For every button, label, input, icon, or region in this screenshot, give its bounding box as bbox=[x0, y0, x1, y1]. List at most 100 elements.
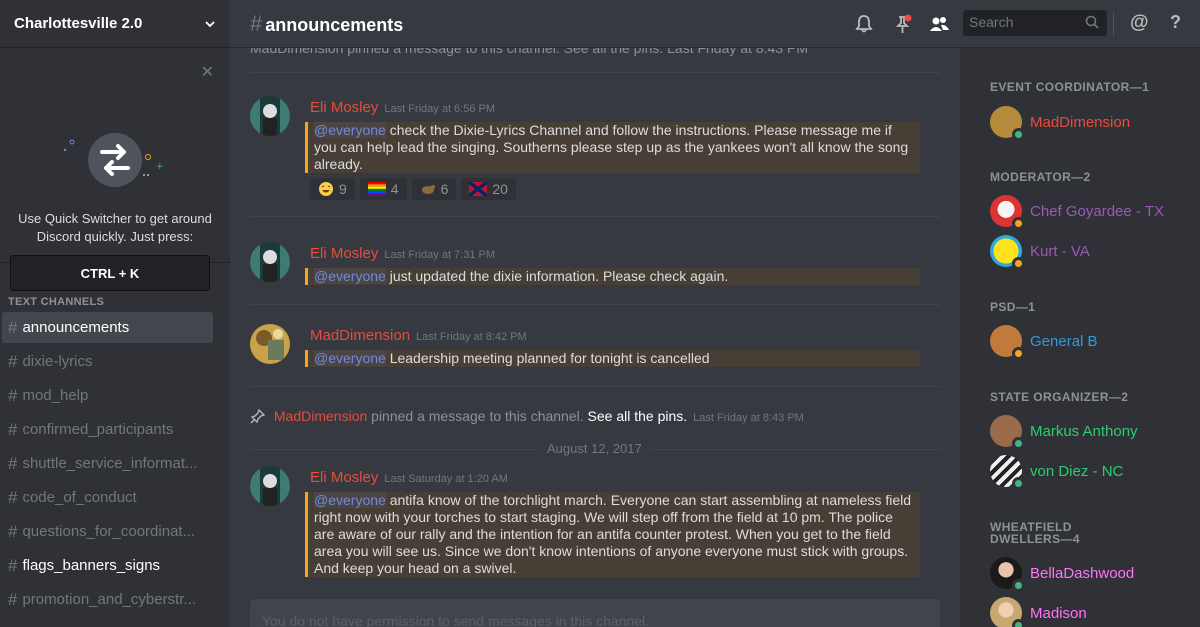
quick-switcher-icon: + bbox=[63, 133, 164, 187]
reaction-count: 9 bbox=[339, 181, 347, 197]
close-icon[interactable]: ✕ bbox=[201, 62, 214, 82]
channel-flags-banners-signs[interactable]: # flags_banners_signs bbox=[2, 550, 213, 581]
avatar[interactable] bbox=[250, 242, 290, 282]
member-item[interactable]: Kurt - VA bbox=[990, 235, 1190, 270]
online-status-icon bbox=[1012, 579, 1025, 592]
avatar[interactable] bbox=[250, 466, 290, 506]
message-timestamp: Last Friday at 7:31 PM bbox=[384, 249, 496, 261]
channel-code-of-conduct[interactable]: # code_of_conduct bbox=[2, 482, 213, 513]
channel-label: code_of_conduct bbox=[22, 489, 137, 506]
mentions-icon[interactable]: @ bbox=[1130, 12, 1149, 34]
online-status-icon bbox=[1012, 477, 1025, 490]
member-item[interactable]: Chef Goyardee - TX bbox=[990, 195, 1190, 230]
channel-questions[interactable]: # questions_for_coordinat... bbox=[2, 516, 213, 547]
date-separator: August 12, 2017 bbox=[539, 441, 650, 456]
member-name: General B bbox=[1030, 332, 1098, 350]
member-name: Markus Anthony bbox=[1030, 422, 1138, 440]
pin-timestamp: Last Friday at 8:43 PM bbox=[693, 412, 804, 424]
channel-mod-help[interactable]: # mod_help bbox=[2, 380, 213, 411]
channel-label: announcements bbox=[22, 319, 130, 336]
pin-icon[interactable] bbox=[892, 13, 914, 35]
channel-dixie-lyrics[interactable]: # dixie-lyrics bbox=[2, 346, 213, 377]
chevron-down-icon[interactable] bbox=[204, 18, 216, 30]
everyone-mention[interactable]: @everyone bbox=[314, 492, 386, 508]
message-author[interactable]: Eli Mosley Last Saturday at 1:20 AM bbox=[310, 469, 508, 486]
idle-status-icon bbox=[1012, 257, 1025, 270]
laughing-emoji-icon bbox=[319, 182, 333, 196]
message-divider bbox=[250, 216, 940, 217]
author-name: MadDimension bbox=[310, 327, 411, 344]
member-item[interactable]: BellaDashwood bbox=[990, 557, 1190, 592]
help-icon[interactable]: ? bbox=[1170, 12, 1181, 33]
hash-icon: # bbox=[8, 589, 18, 609]
avatar bbox=[990, 325, 1025, 360]
bell-icon[interactable] bbox=[853, 13, 875, 35]
reaction-count: 6 bbox=[440, 181, 449, 197]
role-header: WHEATFIELD DWELLERS—4 bbox=[990, 520, 1081, 546]
message-text: Leadership meeting planned for tonight i… bbox=[385, 350, 710, 366]
message-divider bbox=[250, 72, 940, 73]
channel-promotion[interactable]: # promotion_and_cyberstr... bbox=[2, 584, 213, 615]
message-author[interactable]: Eli Mosley Last Friday at 6:56 PM bbox=[310, 99, 495, 116]
member-item[interactable]: Markus Anthony bbox=[990, 415, 1190, 450]
channel-shuttle-service[interactable]: # shuttle_service_informat... bbox=[2, 448, 213, 479]
channel-announcements[interactable]: # announcements bbox=[2, 312, 213, 343]
message-list: MadDimension pinned a message to this ch… bbox=[230, 48, 960, 588]
members-icon[interactable] bbox=[928, 13, 950, 35]
message-body: @everyone Leadership meeting planned for… bbox=[305, 350, 920, 367]
search-icon bbox=[1085, 15, 1099, 29]
pin-actor[interactable]: MadDimension bbox=[274, 408, 367, 424]
member-name: Chef Goyardee - TX bbox=[1030, 202, 1164, 220]
header-divider bbox=[1113, 12, 1114, 36]
role-header: MODERATOR—2 bbox=[990, 170, 1091, 184]
member-name: von Diez - NC bbox=[1030, 462, 1124, 480]
rainbow-flag-icon bbox=[367, 182, 386, 196]
everyone-mention[interactable]: @everyone bbox=[314, 122, 386, 138]
message-timestamp: Last Friday at 8:42 PM bbox=[416, 331, 527, 343]
server-header[interactable]: Charlottesville 2.0 bbox=[0, 0, 230, 48]
member-name: BellaDashwood bbox=[1030, 564, 1135, 582]
member-item[interactable]: von Diez - NC bbox=[990, 455, 1190, 490]
reaction-count: 20 bbox=[492, 181, 508, 197]
member-item[interactable]: MadDimension bbox=[990, 106, 1190, 141]
avatar[interactable] bbox=[250, 96, 290, 136]
avatar bbox=[990, 195, 1025, 230]
category-label: TEXT CHANNELS bbox=[8, 296, 105, 308]
member-item[interactable]: General B bbox=[990, 325, 1190, 360]
reaction-animal[interactable]: 6 bbox=[411, 178, 457, 200]
avatar[interactable] bbox=[250, 324, 290, 364]
hash-icon: # bbox=[250, 10, 263, 36]
quick-switcher-text: Use Quick Switcher to get around Discord… bbox=[18, 211, 212, 244]
idle-status-icon bbox=[1012, 217, 1025, 230]
avatar bbox=[990, 415, 1025, 450]
avatar bbox=[990, 597, 1025, 627]
system-message-cut: MadDimension pinned a message to this ch… bbox=[250, 48, 808, 56]
channel-confirmed-participants[interactable]: # confirmed_participants bbox=[2, 414, 213, 445]
message-timestamp: Last Friday at 6:56 PM bbox=[384, 103, 496, 115]
everyone-mention[interactable]: @everyone bbox=[314, 350, 386, 366]
role-header: STATE ORGANIZER—2 bbox=[990, 390, 1129, 404]
member-item[interactable]: Madison bbox=[990, 597, 1190, 627]
reaction-confederate-flag[interactable]: 20 bbox=[461, 178, 516, 200]
pin-text: pinned a message to this channel. bbox=[367, 408, 588, 424]
hash-icon: # bbox=[8, 317, 18, 337]
member-name: Madison bbox=[1030, 604, 1087, 622]
message-body: @everyone antifa know of the torchlight … bbox=[305, 492, 920, 577]
quick-switcher-tip: ✕ + Use Quick Switcher to get around Dis… bbox=[0, 48, 230, 291]
message-author[interactable]: Eli Mosley Last Friday at 7:31 PM bbox=[310, 245, 495, 262]
reaction-laughing[interactable]: 9 bbox=[310, 178, 355, 200]
pin-icon bbox=[250, 408, 266, 424]
everyone-mention[interactable]: @everyone bbox=[314, 268, 386, 284]
avatar bbox=[990, 106, 1025, 141]
search-input[interactable]: Search bbox=[963, 10, 1107, 36]
author-name: Eli Mosley bbox=[310, 99, 379, 116]
see-pins-link[interactable]: See all the pins. bbox=[588, 408, 688, 424]
idle-status-icon bbox=[1012, 347, 1025, 360]
reaction-rainbow-flag[interactable]: 4 bbox=[359, 178, 407, 200]
message-author[interactable]: MadDimension Last Friday at 8:42 PM bbox=[310, 327, 527, 344]
svg-text:+: + bbox=[156, 162, 164, 172]
online-status-icon bbox=[1012, 437, 1025, 450]
hash-icon: # bbox=[8, 521, 18, 541]
hash-icon: # bbox=[8, 487, 18, 507]
confederate-flag-icon bbox=[469, 182, 488, 196]
